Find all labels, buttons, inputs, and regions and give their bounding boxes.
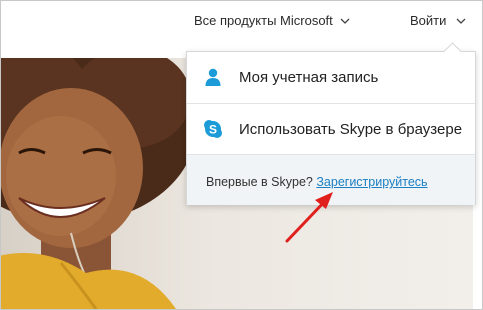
- signin-label: Войти: [410, 13, 447, 28]
- menu-item-label: Моя учетная запись: [239, 68, 379, 86]
- chevron-down-icon: [456, 18, 466, 24]
- skype-logo-icon: S: [187, 119, 239, 139]
- svg-text:S: S: [209, 123, 217, 137]
- menu-item-my-account[interactable]: Моя учетная запись: [187, 52, 475, 102]
- all-products-label: Все продукты Microsoft: [194, 13, 333, 28]
- browser-viewport: Все продукты Microsoft Войти Моя учетная…: [0, 0, 483, 310]
- signin-dropdown: Моя учетная запись S Использовать Skype …: [186, 42, 476, 205]
- top-navigation-bar: Все продукты Microsoft Войти: [1, 1, 482, 41]
- signin-menu[interactable]: Войти: [410, 13, 466, 28]
- menu-item-skype-web[interactable]: S Использовать Skype в браузере: [187, 103, 475, 154]
- menu-item-label: Использовать Skype в браузере: [239, 120, 463, 138]
- all-products-menu[interactable]: Все продукты Microsoft: [194, 13, 350, 28]
- person-icon: [187, 68, 239, 86]
- red-arrow-annotation: [285, 192, 333, 243]
- chevron-down-icon: [340, 18, 350, 24]
